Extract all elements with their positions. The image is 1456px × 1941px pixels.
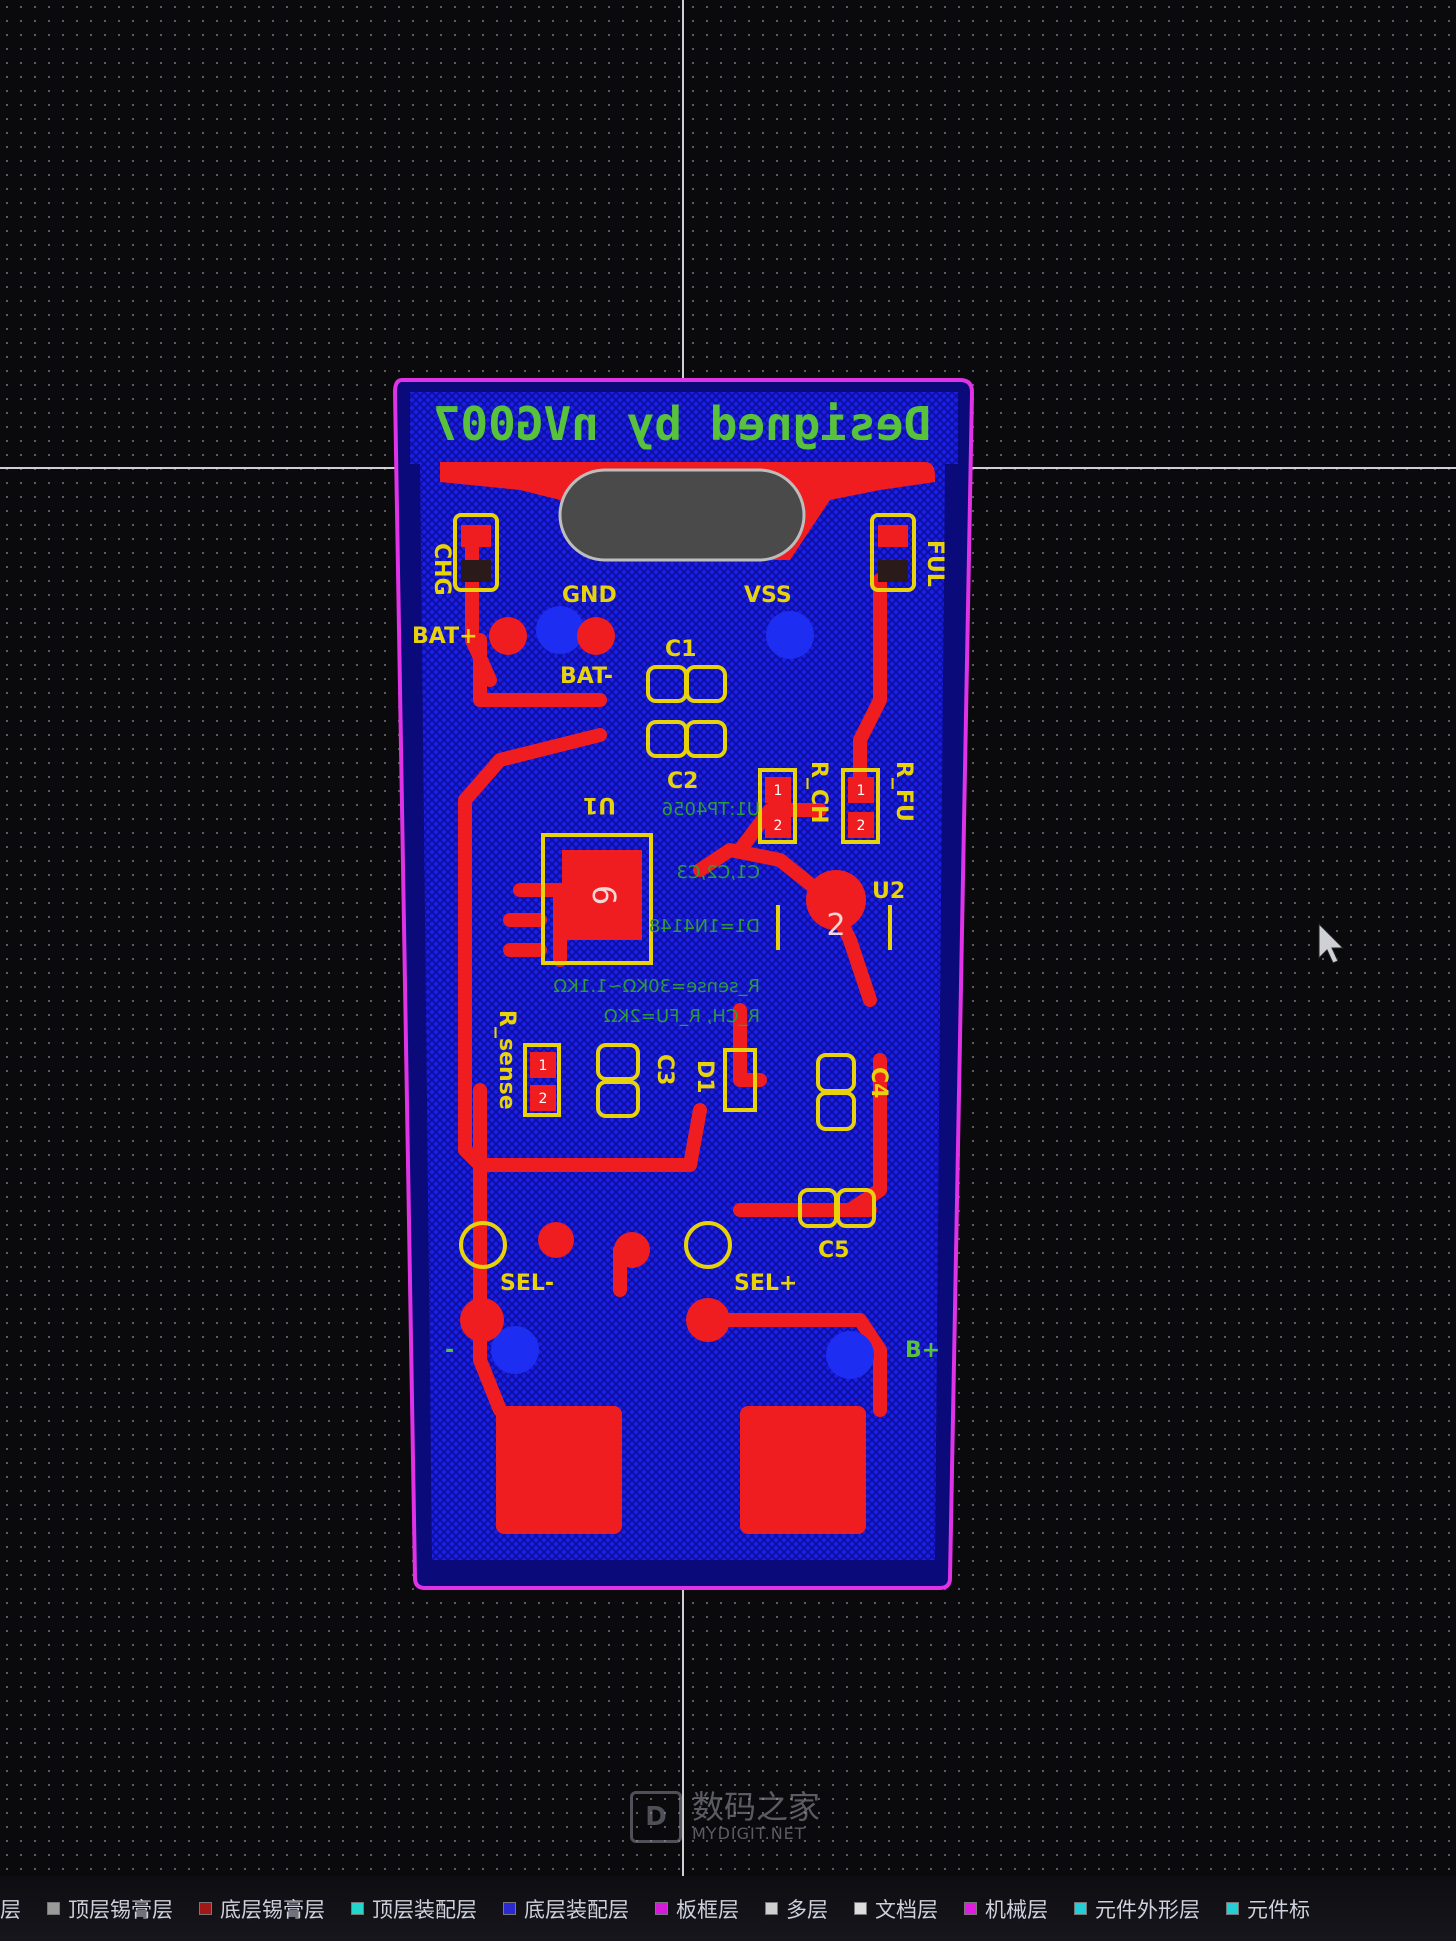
layer-tab[interactable]: 底层锡膏层	[199, 1894, 325, 1924]
svg-text:C1,C2,C3: C1,C2,C3	[676, 862, 760, 883]
label-u2: U2	[872, 879, 905, 904]
layer-tab[interactable]: 顶层装配层	[351, 1894, 477, 1924]
watermark-brand-cn: 数码之家	[692, 1788, 821, 1826]
label-chg: CHG	[429, 543, 454, 596]
layer-color-swatch-icon	[199, 1902, 212, 1915]
layer-color-swatch-icon	[1074, 1902, 1087, 1915]
label-c5: C5	[818, 1238, 849, 1263]
layer-color-swatch-icon	[655, 1902, 668, 1915]
label-u1: U1	[583, 792, 616, 817]
layer-tab-label: 顶层锡膏层	[68, 1897, 173, 1922]
label-sel-minus: SEL-	[500, 1271, 554, 1296]
layer-tab-label: 层	[0, 1897, 21, 1922]
layer-tab-label: 元件外形层	[1095, 1897, 1200, 1922]
label-c2: C2	[667, 769, 698, 794]
pcb-board[interactable]: 6 1 2 1 2 1 2 2 Designed by nVG007 CHG F…	[392, 378, 975, 1590]
label-d1: D1	[692, 1060, 717, 1094]
svg-text:R_sense=30KΩ~1.1KΩ: R_sense=30KΩ~1.1KΩ	[553, 976, 760, 997]
u2-pad-number: 2	[826, 908, 845, 943]
label-sel-plus: SEL+	[734, 1271, 797, 1296]
label-minus: -	[445, 1338, 454, 1363]
svg-text:D1=1N4148: D1=1N4148	[649, 916, 760, 937]
layer-tab-label: 元件标	[1247, 1897, 1310, 1922]
label-c4: C4	[866, 1067, 891, 1098]
layer-tab[interactable]: 板框层	[655, 1894, 739, 1924]
layer-tab[interactable]: 多层	[765, 1894, 828, 1924]
battery-pad-plus	[740, 1406, 866, 1534]
layer-color-swatch-icon	[964, 1902, 977, 1915]
watermark-logo-icon: D	[630, 1790, 682, 1843]
svg-text:1: 1	[774, 783, 783, 799]
layer-tab-label: 多层	[786, 1897, 828, 1922]
watermark-brand-en: MYDIGIT.NET	[692, 1824, 806, 1843]
layer-tab-label: 文档层	[875, 1897, 938, 1922]
layer-tab[interactable]: 元件标	[1226, 1894, 1310, 1924]
svg-text:2: 2	[857, 818, 866, 834]
layer-tab-label: 底层装配层	[524, 1897, 629, 1922]
layer-tab[interactable]: 底层装配层	[503, 1894, 629, 1924]
label-bat-plus: BAT+	[412, 624, 478, 649]
label-bat-minus: BAT-	[560, 664, 613, 689]
battery-pad-minus	[496, 1406, 622, 1534]
label-r-fu: R_FU	[891, 761, 916, 822]
label-r-sense: R_sense	[494, 1010, 519, 1110]
label-ful: FUL	[922, 540, 947, 587]
svg-text:2: 2	[539, 1091, 548, 1107]
layer-tab[interactable]: 机械层	[964, 1894, 1048, 1924]
watermark: D 数码之家 MYDIGIT.NET	[630, 1790, 820, 1843]
pcb-canvas[interactable]: 6 1 2 1 2 1 2 2 Designed by nVG007 CHG F…	[0, 0, 1456, 1876]
board-title: Designed by nVG007	[433, 397, 932, 451]
layer-color-swatch-icon	[854, 1902, 867, 1915]
layer-tab[interactable]: 元件外形层	[1074, 1894, 1200, 1924]
layer-tab-label: 顶层装配层	[372, 1897, 477, 1922]
pcb-svg: 6 1 2 1 2 1 2 2 Designed by nVG007 CHG F…	[0, 0, 1456, 1876]
svg-text:1: 1	[539, 1058, 548, 1074]
layer-tab-label: 底层锡膏层	[220, 1897, 325, 1922]
label-r-ch: R_CH	[806, 761, 831, 824]
layer-color-swatch-icon	[765, 1902, 778, 1915]
usb-slot	[558, 468, 806, 562]
label-c3: C3	[652, 1054, 677, 1085]
mouse-cursor	[1318, 922, 1345, 964]
svg-text:1: 1	[857, 783, 866, 799]
label-b-plus: B+	[905, 1338, 940, 1363]
layer-color-swatch-icon	[351, 1902, 364, 1915]
label-gnd: GND	[562, 583, 617, 608]
layer-color-swatch-icon	[47, 1902, 60, 1915]
svg-text:R_CH, R_FU=2KΩ: R_CH, R_FU=2KΩ	[604, 1006, 760, 1027]
layer-tab-label: 机械层	[985, 1897, 1048, 1922]
layer-color-swatch-icon	[1226, 1902, 1239, 1915]
label-c1: C1	[665, 637, 696, 662]
layer-tab-bar: 层 顶层锡膏层 底层锡膏层 顶层装配层 底层装配层 板框层 多层 文档层 机械层 元件外形层 元件标	[0, 1876, 1456, 1941]
layer-tab[interactable]: 文档层	[854, 1894, 938, 1924]
layer-tab[interactable]: 层	[0, 1894, 21, 1924]
u1-pad-number: 6	[585, 885, 623, 905]
label-vss: VSS	[744, 583, 792, 608]
layer-tab-label: 板框层	[676, 1897, 739, 1922]
svg-text:U1:TP4056: U1:TP4056	[662, 799, 760, 820]
svg-text:2: 2	[774, 818, 783, 834]
layer-color-swatch-icon	[503, 1902, 516, 1915]
layer-tab[interactable]: 顶层锡膏层	[47, 1894, 173, 1924]
